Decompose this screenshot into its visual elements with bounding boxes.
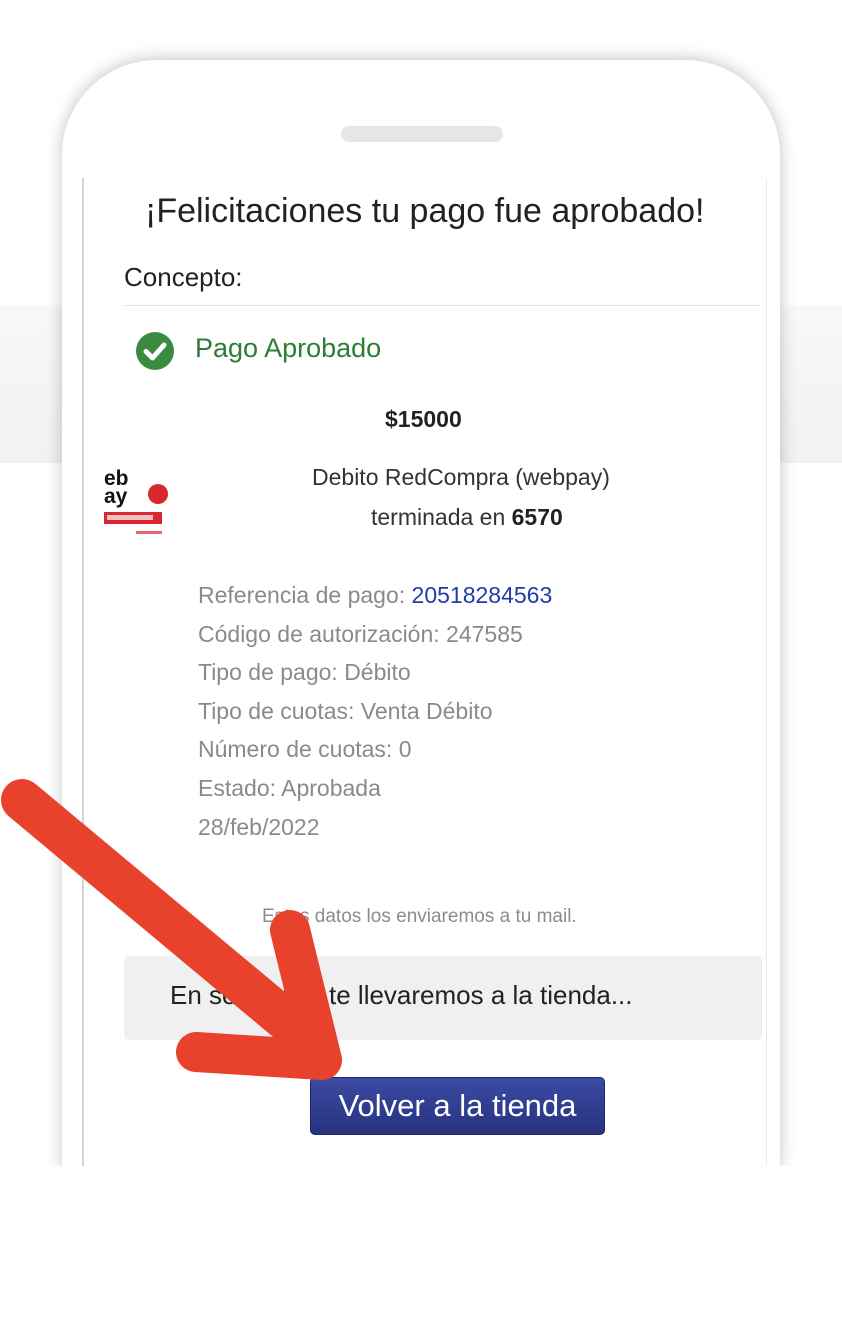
installment-type-row: Tipo de cuotas: Venta Débito — [198, 697, 493, 724]
reference-row: Referencia de pago: 20518284563 — [198, 576, 552, 615]
payment-amount: $15000 — [385, 406, 462, 432]
card-ending-label: terminada en — [371, 504, 506, 530]
payment-details: Referencia de pago: 20518284563 Código d… — [198, 576, 552, 846]
redirect-text: En segundos te llevaremos a la tienda... — [170, 980, 633, 1010]
state-row: Estado: Aprobada — [198, 774, 381, 801]
svg-text:ay: ay — [104, 485, 128, 508]
payment-status: Pago Aprobado — [195, 333, 382, 363]
back-to-store-button[interactable]: Volver a la tienda — [310, 1077, 605, 1135]
divider — [124, 305, 760, 306]
payment-type-row: Tipo de pago: Débito — [198, 659, 411, 686]
check-circle-icon — [136, 332, 174, 370]
mail-note: Estos datos los enviaremos a tu mail. — [262, 906, 577, 927]
date-row: 28/feb/2022 — [198, 813, 320, 840]
reference-number: 20518284563 — [411, 582, 553, 608]
webpay-redcompra-logo: eb ay — [104, 468, 168, 534]
page-title: ¡Felicitaciones tu pago fue aprobado! — [145, 192, 705, 230]
authorization-row: Código de autorización: 247585 — [198, 620, 523, 647]
crop-bottom — [40, 1166, 810, 1328]
card-ending-digits: 6570 — [511, 504, 563, 530]
card-ending: terminada en 6570 — [371, 504, 711, 531]
concept-label: Concepto: — [124, 262, 243, 292]
reference-label: Referencia de pago: — [198, 582, 406, 608]
phone-speaker — [341, 126, 503, 142]
installments-row: Número de cuotas: 0 — [198, 736, 412, 763]
card-method: Debito RedCompra (webpay) — [312, 464, 610, 490]
screenshot-stage: ¡Felicitaciones tu pago fue aprobado! Co… — [0, 0, 842, 1328]
